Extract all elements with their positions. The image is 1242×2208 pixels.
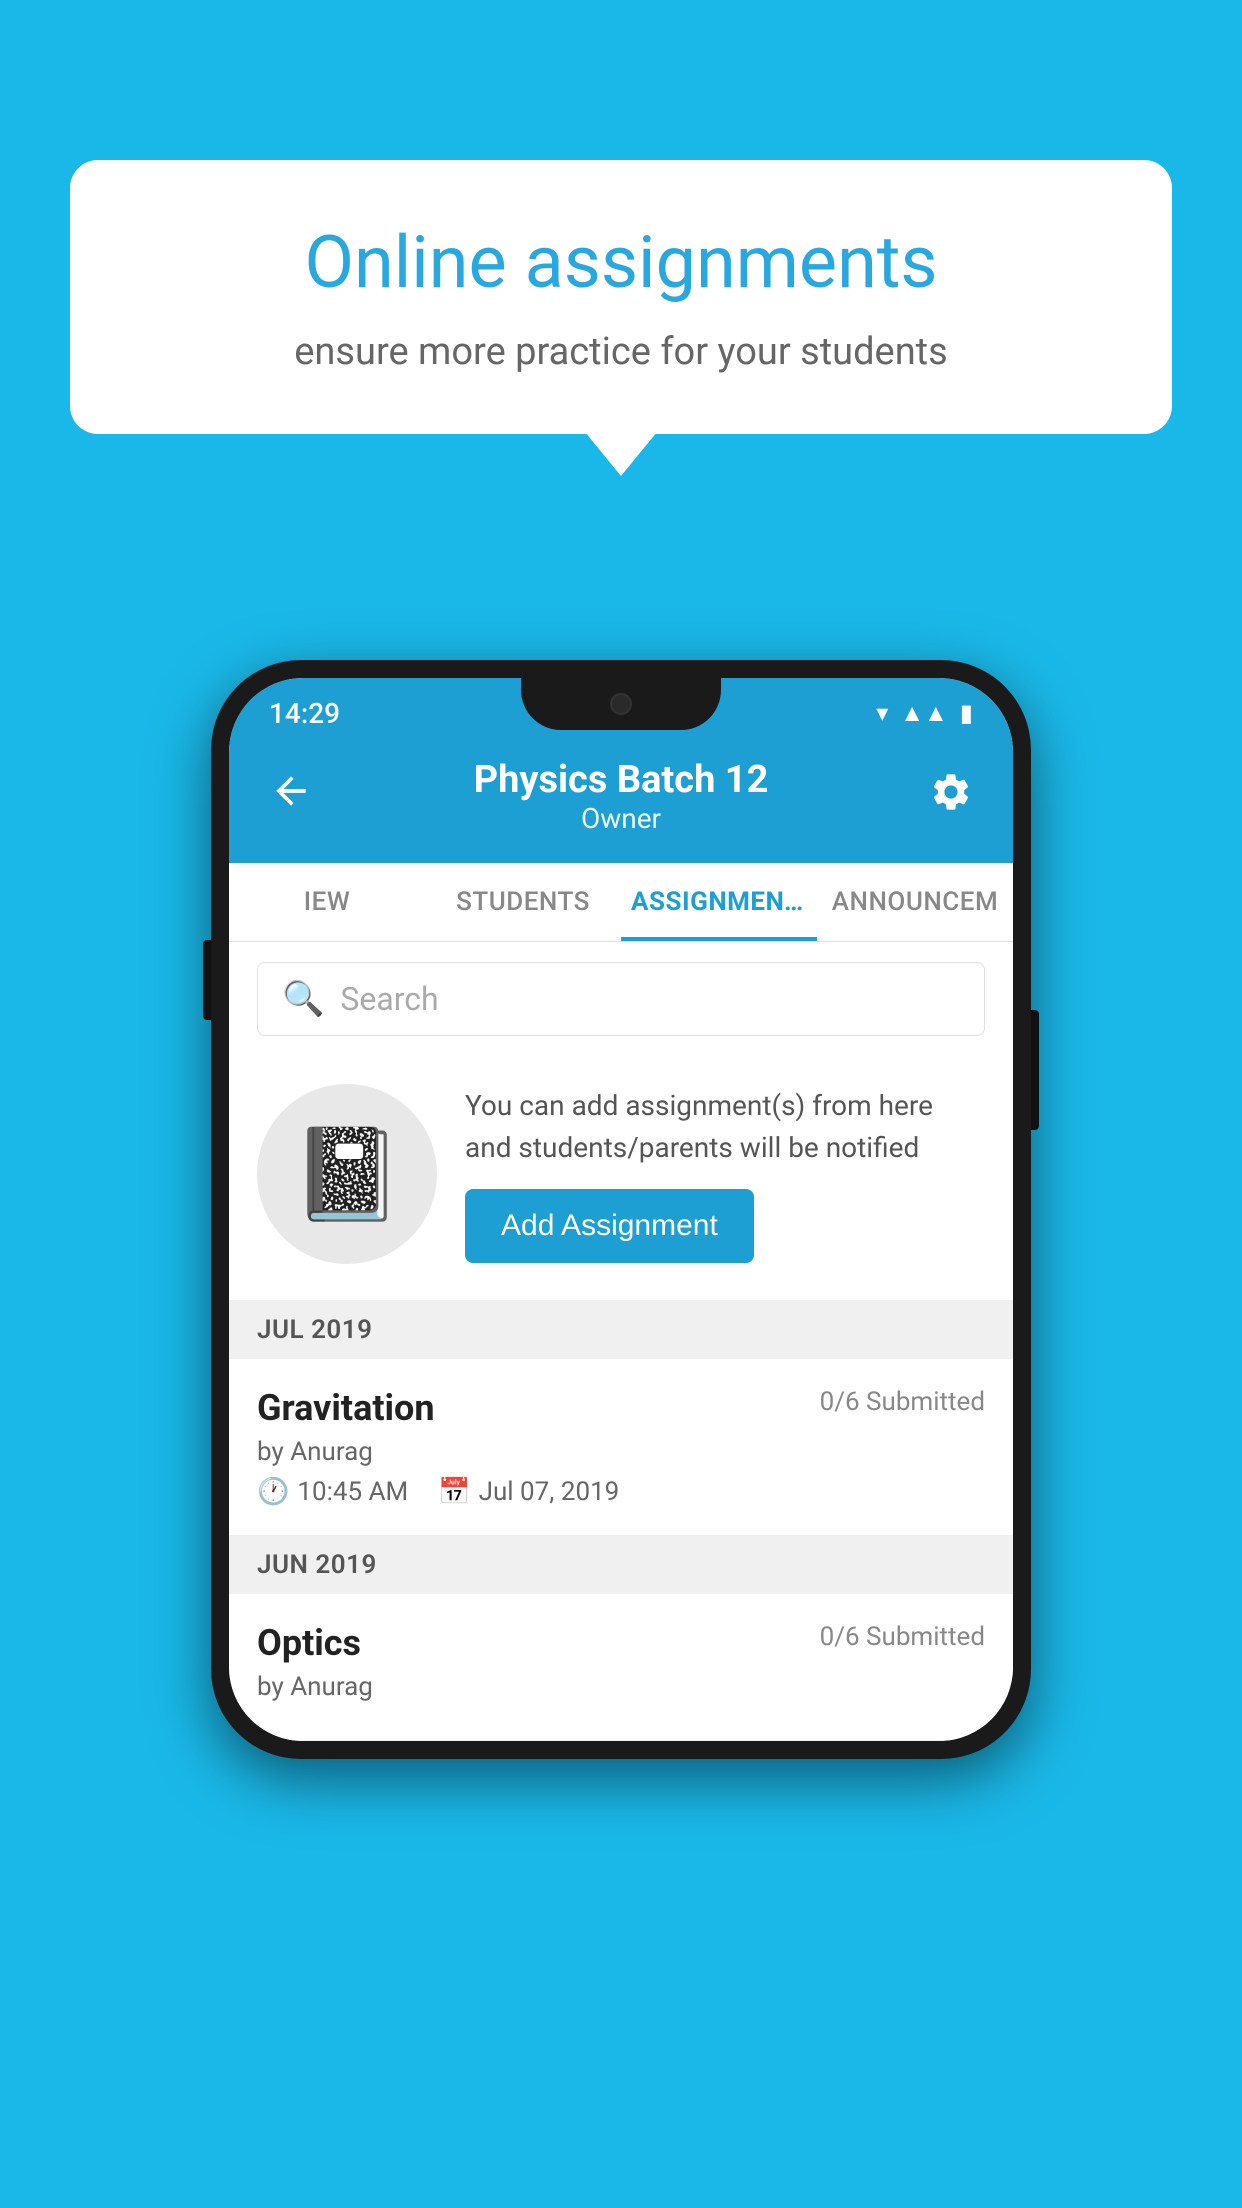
assignment-time-value: 10:45 AM bbox=[297, 1477, 408, 1507]
wifi-icon: ▾ bbox=[876, 699, 888, 727]
search-icon: 🔍 bbox=[282, 979, 324, 1019]
phone-outer: 14:29 ▾ ▲▲ ▮ Physics Batch 12 Owner bbox=[211, 660, 1031, 1759]
search-placeholder: Search bbox=[340, 980, 438, 1018]
back-button[interactable] bbox=[269, 769, 313, 824]
phone-mockup: 14:29 ▾ ▲▲ ▮ Physics Batch 12 Owner bbox=[211, 660, 1031, 1759]
tab-assignments[interactable]: ASSIGNMENTS bbox=[621, 863, 817, 941]
status-icons: ▾ ▲▲ ▮ bbox=[876, 699, 973, 728]
month-header-jun: JUN 2019 bbox=[229, 1536, 1013, 1594]
header-subtitle: Owner bbox=[474, 802, 769, 835]
signal-icon: ▲▲ bbox=[900, 699, 948, 728]
header-title: Physics Batch 12 bbox=[474, 758, 769, 802]
speech-bubble-title: Online assignments bbox=[150, 220, 1092, 306]
assignment-top: Gravitation 0/6 Submitted bbox=[257, 1387, 985, 1429]
assignment-date: 📅 Jul 07, 2019 bbox=[438, 1477, 619, 1507]
clock-icon: 🕐 bbox=[257, 1477, 289, 1507]
assignment-name: Gravitation bbox=[257, 1387, 435, 1429]
tab-iew[interactable]: IEW bbox=[229, 863, 425, 941]
calendar-icon: 📅 bbox=[438, 1477, 470, 1507]
search-container: 🔍 Search bbox=[229, 942, 1013, 1056]
speech-bubble-subtitle: ensure more practice for your students bbox=[150, 330, 1092, 374]
volume-button bbox=[203, 940, 211, 1020]
add-assignment-button[interactable]: Add Assignment bbox=[465, 1189, 754, 1263]
assignment-submitted-optics: 0/6 Submitted bbox=[820, 1622, 985, 1652]
tab-announcements[interactable]: ANNOUNCEM bbox=[817, 863, 1013, 941]
assignment-author-optics: by Anurag bbox=[257, 1672, 985, 1702]
tab-students[interactable]: STUDENTS bbox=[425, 863, 621, 941]
assignment-time: 🕐 10:45 AM bbox=[257, 1477, 408, 1507]
phone-notch bbox=[521, 678, 721, 730]
power-button bbox=[1031, 1010, 1039, 1130]
promo-card: 📓 You can add assignment(s) from here an… bbox=[229, 1056, 1013, 1301]
assignment-top-optics: Optics 0/6 Submitted bbox=[257, 1622, 985, 1664]
speech-bubble: Online assignments ensure more practice … bbox=[70, 160, 1172, 434]
notebook-icon: 📓 bbox=[291, 1122, 403, 1227]
status-time: 14:29 bbox=[269, 697, 340, 730]
month-header-jul: JUL 2019 bbox=[229, 1301, 1013, 1359]
front-camera bbox=[610, 693, 632, 715]
settings-button[interactable] bbox=[929, 770, 973, 824]
gear-icon bbox=[929, 770, 973, 814]
search-bar[interactable]: 🔍 Search bbox=[257, 962, 985, 1036]
speech-bubble-container: Online assignments ensure more practice … bbox=[70, 160, 1172, 434]
assignment-submitted: 0/6 Submitted bbox=[820, 1387, 985, 1417]
assignment-meta: 🕐 10:45 AM 📅 Jul 07, 2019 bbox=[257, 1477, 985, 1507]
app-header: Physics Batch 12 Owner bbox=[229, 738, 1013, 863]
promo-description: You can add assignment(s) from here and … bbox=[465, 1085, 985, 1169]
assignment-name-optics: Optics bbox=[257, 1622, 361, 1664]
assignment-item-optics[interactable]: Optics 0/6 Submitted by Anurag bbox=[229, 1594, 1013, 1741]
assignment-item-gravitation[interactable]: Gravitation 0/6 Submitted by Anurag 🕐 10… bbox=[229, 1359, 1013, 1536]
phone-screen: 14:29 ▾ ▲▲ ▮ Physics Batch 12 Owner bbox=[229, 678, 1013, 1741]
assignment-date-value: Jul 07, 2019 bbox=[479, 1477, 620, 1507]
promo-content: You can add assignment(s) from here and … bbox=[465, 1085, 985, 1263]
back-arrow-icon bbox=[269, 769, 313, 813]
tab-bar: IEW STUDENTS ASSIGNMENTS ANNOUNCEM bbox=[229, 863, 1013, 942]
header-center: Physics Batch 12 Owner bbox=[474, 758, 769, 835]
battery-icon: ▮ bbox=[960, 699, 973, 727]
promo-icon-wrap: 📓 bbox=[257, 1084, 437, 1264]
assignment-author: by Anurag bbox=[257, 1437, 985, 1467]
